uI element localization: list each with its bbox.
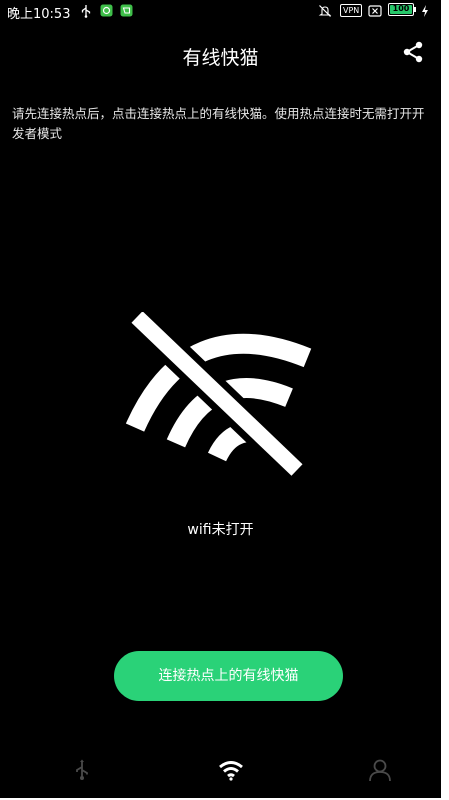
bottom-nav — [0, 745, 441, 795]
nav-item-usb[interactable] — [52, 755, 112, 785]
charging-icon — [421, 3, 429, 17]
usb-icon — [76, 759, 88, 780]
wifi-status-text: wifi未打开 — [187, 522, 254, 538]
status-time: 晚上10:53 — [7, 7, 71, 22]
mute-icon — [318, 3, 332, 17]
nav-item-wifi[interactable] — [201, 755, 261, 785]
battery-indicator: 100 — [388, 3, 414, 16]
battery-cap — [414, 7, 416, 12]
sim-off-icon — [368, 3, 382, 17]
vpn-badge: VPN — [340, 4, 363, 17]
user-icon — [369, 759, 391, 782]
instruction-text: 请先连接热点后，点击连接热点上的有线快猫。使用热点连接时无需打开开发者模式 — [12, 106, 425, 141]
share-button[interactable] — [401, 40, 425, 64]
app-notification-icon — [120, 3, 133, 17]
wifi-off-icon — [112, 306, 338, 482]
app-screen: 晚上10:53 VPN 100 有线快猫 请先连接热点后，点击连接热点上的有线快… — [0, 0, 441, 798]
status-bar: 晚上10:53 VPN 100 — [0, 0, 441, 22]
connect-hotspot-button[interactable]: 连接热点上的有线快猫 — [114, 651, 343, 701]
page-title: 有线快猫 — [182, 47, 259, 69]
battery-level: 100 — [390, 5, 412, 14]
nav-item-profile[interactable] — [350, 755, 410, 785]
app-notification-icon — [100, 3, 113, 17]
usb-icon — [80, 3, 92, 18]
share-icon — [403, 41, 423, 63]
wifi-icon — [219, 761, 243, 781]
